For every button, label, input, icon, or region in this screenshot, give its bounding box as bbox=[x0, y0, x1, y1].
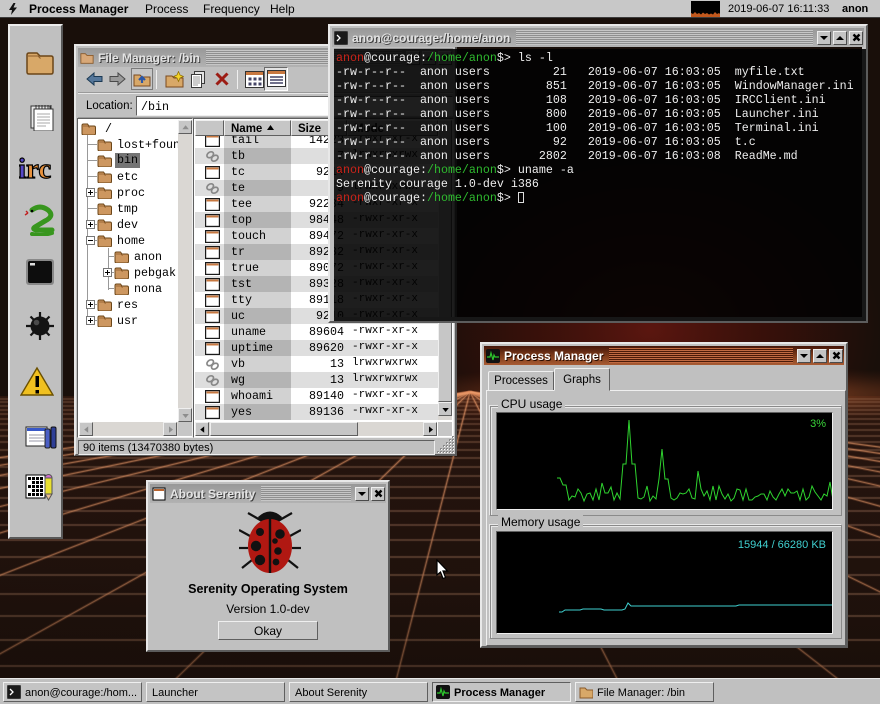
svg-text:rc: rc bbox=[26, 153, 51, 182]
svg-text:3%: 3% bbox=[810, 418, 826, 430]
svg-text:15944 / 66280 KB: 15944 / 66280 KB bbox=[738, 539, 826, 551]
svg-text:i: i bbox=[19, 153, 26, 182]
